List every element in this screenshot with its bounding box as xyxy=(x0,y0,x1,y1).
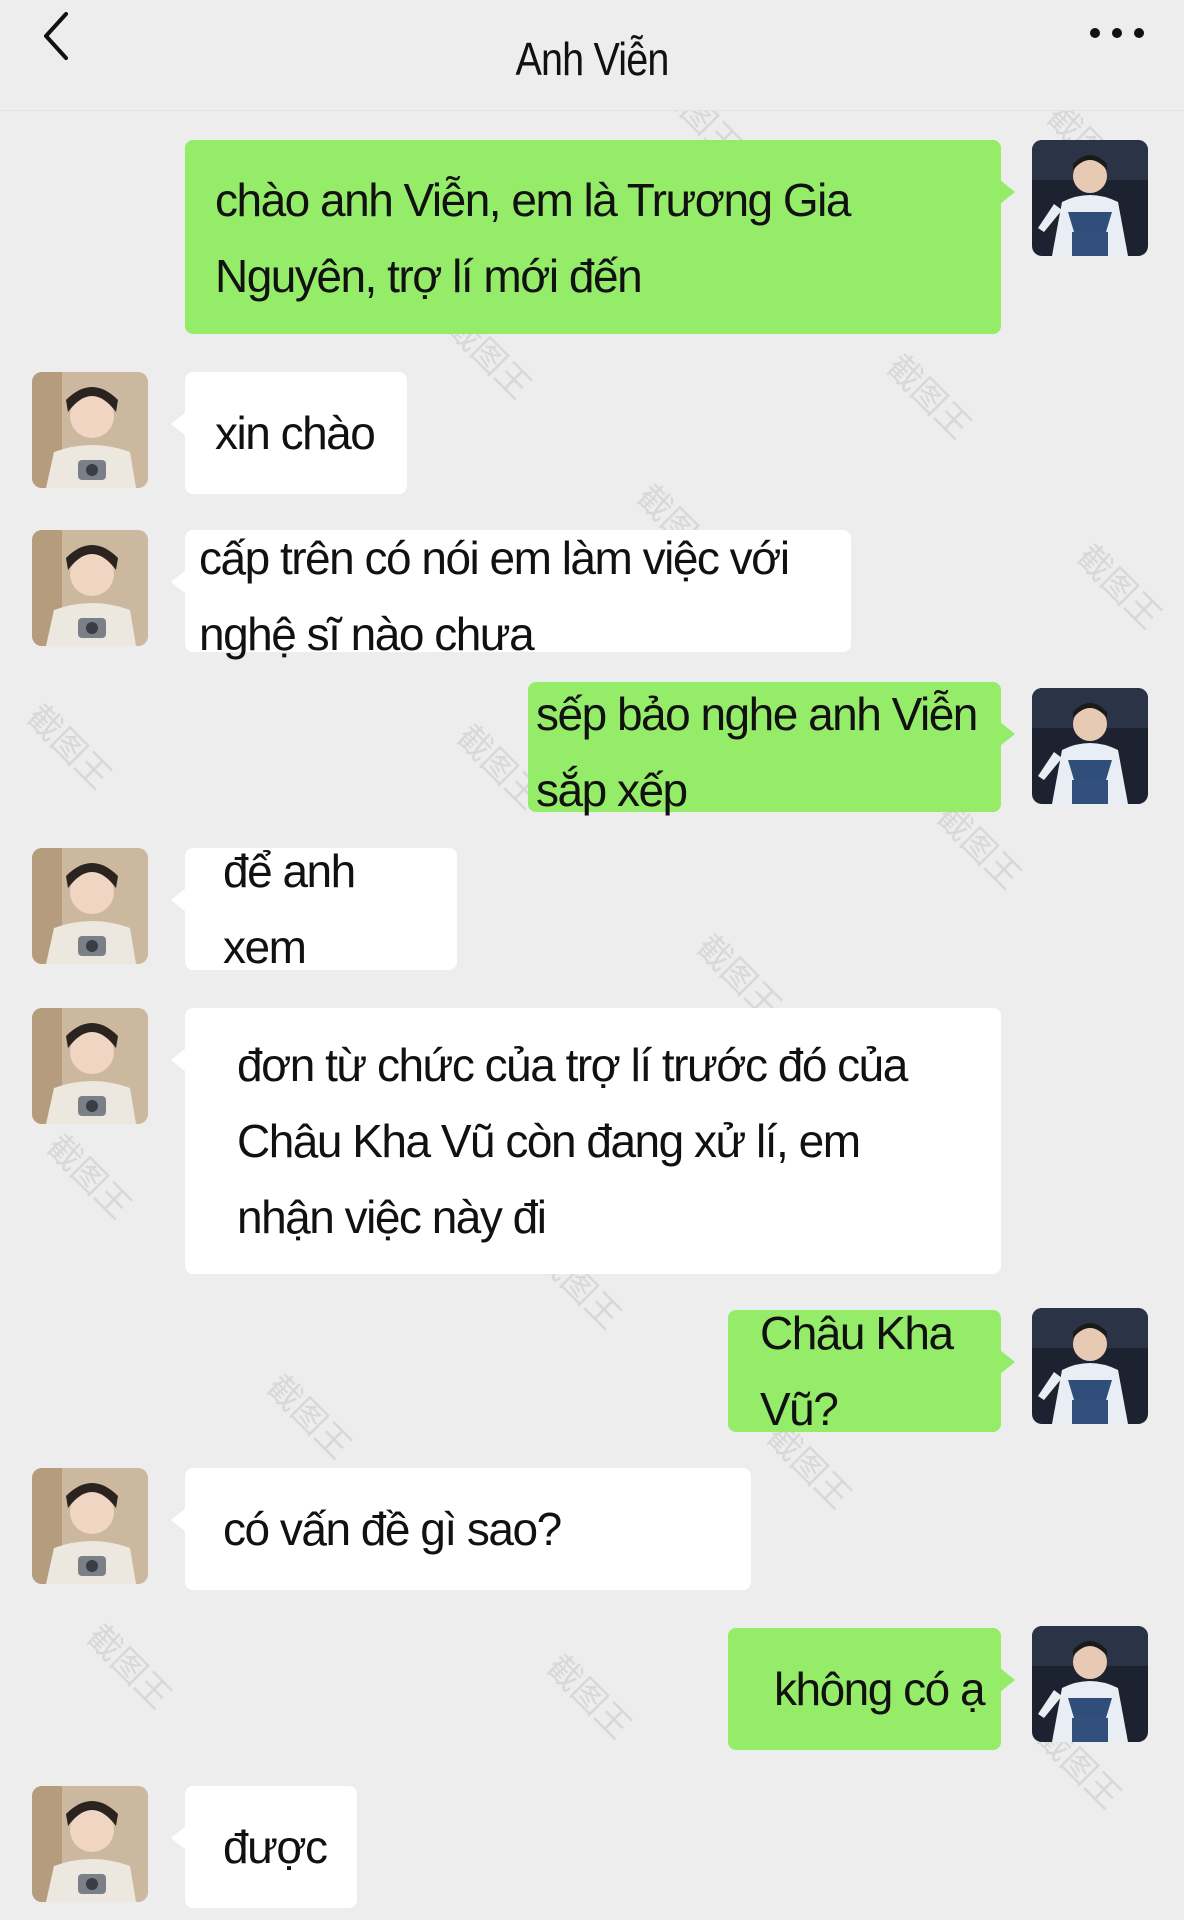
message-bubble-sent[interactable]: chào anh Viễn, em là Trương Gia Nguyên, … xyxy=(185,140,1015,334)
message-bubble-received[interactable]: đơn từ chức của trợ lí trước đó của Châu… xyxy=(171,1008,1001,1274)
message-text: sếp bảo nghe anh Viễn sắp xếp xyxy=(536,688,978,816)
avatar-me[interactable] xyxy=(1032,688,1148,804)
avatar-other[interactable] xyxy=(32,1468,148,1584)
message-text: Châu Kha Vũ? xyxy=(760,1307,954,1435)
watermark: 截图王 xyxy=(258,1366,359,1468)
avatar-other[interactable] xyxy=(32,530,148,646)
avatar-other[interactable] xyxy=(32,848,148,964)
back-button[interactable] xyxy=(38,6,78,66)
watermark: 截图王 xyxy=(78,1616,179,1718)
message-bubble-sent[interactable]: không có ạ xyxy=(728,1628,1015,1750)
message-bubble-received[interactable]: để anh xem xyxy=(171,845,457,973)
message-bubble-sent[interactable]: sếp bảo nghe anh Viễn sắp xếp xyxy=(528,682,1015,816)
message-text: đơn từ chức của trợ lí trước đó của Châu… xyxy=(237,1039,908,1243)
message-text: có vấn đề gì sao? xyxy=(223,1503,562,1555)
message-text: không có ạ xyxy=(774,1663,986,1715)
message-bubble-received[interactable]: có vấn đề gì sao? xyxy=(171,1468,751,1590)
avatar-me[interactable] xyxy=(1032,140,1148,256)
chevron-left-icon xyxy=(44,12,68,60)
watermark: 截图王 xyxy=(1068,536,1169,638)
watermark: 截图王 xyxy=(38,1126,139,1228)
avatar-other[interactable] xyxy=(32,372,148,488)
avatar-me[interactable] xyxy=(1032,1626,1148,1742)
watermark: 截图王 xyxy=(538,1646,639,1748)
message-bubble-received[interactable]: cấp trên có nói em làm việc với nghệ sĩ … xyxy=(171,530,851,660)
watermark: 截图王 xyxy=(18,696,119,798)
avatar-me[interactable] xyxy=(1032,1308,1148,1424)
message-text: để anh xem xyxy=(223,845,356,973)
avatar-other[interactable] xyxy=(32,1786,148,1902)
message-text: được xyxy=(223,1821,328,1873)
message-text: cấp trên có nói em làm việc với nghệ sĩ … xyxy=(199,532,790,660)
message-bubble-received[interactable]: được xyxy=(171,1786,357,1908)
message-bubble-received[interactable]: xin chào xyxy=(171,372,407,494)
chat-header: Anh Viễn xyxy=(0,0,1184,111)
watermark: 截图王 xyxy=(878,346,979,448)
more-button[interactable] xyxy=(1084,10,1154,50)
message-text: chào anh Viễn, em là Trương Gia Nguyên, … xyxy=(215,174,852,302)
avatar-other[interactable] xyxy=(32,1008,148,1124)
more-dots-icon xyxy=(1090,28,1100,38)
message-text: xin chào xyxy=(215,407,376,459)
chat-title: Anh Viễn xyxy=(515,33,670,85)
message-bubble-sent[interactable]: Châu Kha Vũ? xyxy=(728,1307,1015,1435)
